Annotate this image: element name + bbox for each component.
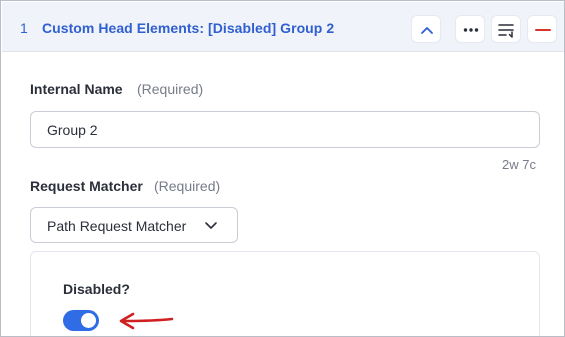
toggle-knob: [81, 313, 96, 328]
custom-head-elements-group-card: 1 Custom Head Elements: [Disabled] Group…: [0, 0, 565, 337]
more-horizontal-icon: [463, 28, 479, 32]
reorder-button[interactable]: [491, 15, 521, 43]
collapse-button[interactable]: [411, 15, 441, 43]
disabled-label: Disabled?: [63, 281, 130, 297]
group-index: 1: [20, 20, 28, 36]
request-matcher-selected-value: Path Request Matcher: [47, 218, 187, 234]
internal-name-value: Group 2: [47, 122, 98, 138]
request-matcher-label: Request Matcher: [30, 178, 143, 194]
request-matcher-required-note: (Required): [154, 178, 221, 194]
disabled-toggle[interactable]: [63, 310, 99, 331]
word-char-counter: 2w 7c: [502, 157, 536, 172]
sort-lines-icon: [498, 24, 514, 38]
more-options-button[interactable]: [455, 15, 485, 43]
internal-name-required-note: (Required): [137, 81, 204, 97]
remove-group-button[interactable]: [527, 15, 557, 43]
internal-name-input[interactable]: Group 2: [30, 111, 540, 148]
red-arrow-annotation-icon: [119, 312, 174, 330]
internal-name-label: Internal Name: [30, 81, 123, 97]
group-header[interactable]: 1 Custom Head Elements: [Disabled] Group…: [2, 2, 564, 52]
minus-icon: [535, 29, 551, 31]
chevron-up-icon: [421, 27, 433, 34]
request-matcher-select[interactable]: Path Request Matcher: [30, 207, 238, 243]
chevron-down-icon: [205, 222, 217, 229]
group-title[interactable]: Custom Head Elements: [Disabled] Group 2: [42, 20, 334, 36]
